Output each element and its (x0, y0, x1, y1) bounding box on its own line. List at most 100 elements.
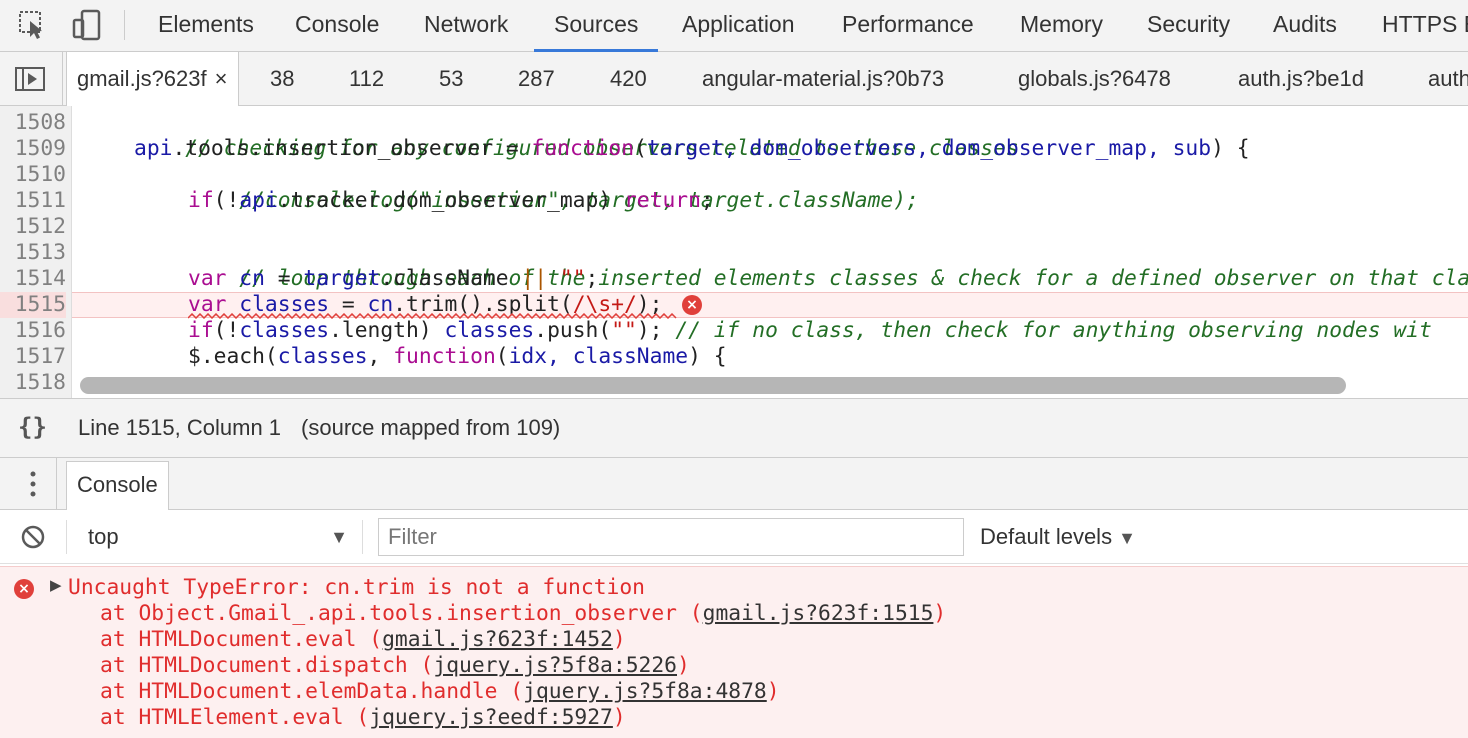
code-token: cn (226, 266, 265, 291)
console-toolbar: top ▼ Default levels▼ (0, 510, 1468, 564)
stack-frame-link[interactable]: gmail.js?623f:1452 (382, 627, 613, 652)
console-messages: × ▶ Uncaught TypeError: cn.trim is not a… (0, 564, 1468, 738)
code-params: idx, className (508, 344, 689, 369)
line-number[interactable]: 1509 (0, 136, 66, 162)
editor-status-bar: {} Line 1515, Column 1 (source mapped fro… (0, 398, 1468, 458)
tab-security[interactable]: Security (1147, 0, 1230, 52)
code-token: classes (444, 318, 535, 343)
toggle-navigator-icon[interactable] (12, 64, 48, 94)
file-tab[interactable]: 112 (349, 52, 384, 106)
code-token: ; (585, 266, 599, 291)
expand-triangle-icon[interactable]: ▶ (50, 576, 62, 594)
file-tab[interactable]: auth (1428, 52, 1468, 106)
context-selector[interactable]: top ▼ (78, 520, 348, 554)
code-token: ( (495, 344, 509, 369)
file-tab[interactable]: globals.js?6478 (1018, 52, 1171, 106)
line-number[interactable]: 1516 (0, 318, 66, 344)
filter-input[interactable] (378, 518, 964, 556)
line-number[interactable]: 1510 (0, 162, 66, 188)
stack-frame: at HTMLDocument.dispatch (jquery.js?5f8a… (100, 653, 690, 679)
toolbar-divider (124, 10, 125, 40)
code-token: api (134, 136, 173, 161)
log-levels-dropdown[interactable]: Default levels ▼ (980, 520, 1136, 554)
code-line-1516: if(!classes.length) classes.push(""); //… (188, 318, 1432, 344)
devtools-main-toolbar: Elements Console Network Sources Applica… (0, 0, 1468, 52)
stack-frame-text: ) (612, 627, 626, 652)
close-icon[interactable]: × (215, 66, 228, 91)
filetabs-divider (62, 52, 63, 106)
code-token: .tracker.dom_observer_map) (277, 188, 624, 213)
code-keyword: function (531, 136, 635, 161)
device-toolbar-icon[interactable] (70, 8, 104, 42)
source-map-info[interactable]: (source mapped from 109) (301, 415, 560, 440)
stack-frame: at HTMLDocument.eval (gmail.js?623f:1452… (100, 627, 626, 653)
line-number[interactable]: 1511 (0, 188, 66, 214)
horizontal-scrollbar[interactable] (80, 377, 1346, 394)
error-icon: × (14, 579, 34, 599)
stack-frame-link[interactable]: jquery.js?5f8a:4878 (523, 679, 767, 704)
code-comment: // if no class, then check for anything … (675, 318, 1432, 343)
context-value: top (88, 524, 119, 549)
tab-sources[interactable]: Sources (534, 0, 659, 52)
code-line-1511: if(!api.tracker.dom_observer_map) return… (188, 188, 714, 214)
pretty-print-icon[interactable]: {} (18, 413, 47, 441)
cursor-position: Line 1515, Column 1 (source mapped from 1… (78, 415, 560, 441)
code-operator: || (521, 266, 548, 291)
stack-frame-link[interactable]: gmail.js?623f:1515 (703, 601, 934, 626)
console-error-message[interactable]: × ▶ Uncaught TypeError: cn.trim is not a… (0, 566, 1468, 738)
code-token: classes (277, 344, 368, 369)
code-line-1509: api.tools.insertion_observer = function(… (134, 136, 1250, 162)
code-string: "" (611, 318, 637, 343)
file-tab[interactable]: auth.js?be1d (1238, 52, 1364, 106)
chevron-down-icon: ▼ (1118, 528, 1136, 548)
toolbar-divider (66, 520, 67, 554)
code-token: ( (634, 136, 647, 161)
tab-https[interactable]: HTTPS E (1382, 0, 1468, 52)
line-number[interactable]: 1518 (0, 370, 66, 396)
tab-audits[interactable]: Audits (1273, 0, 1337, 52)
line-number[interactable]: 1517 (0, 344, 66, 370)
tab-memory[interactable]: Memory (1020, 0, 1103, 52)
code-line-1508: // checking for any configured observers… (134, 110, 1018, 161)
stack-frame-text: ) (766, 679, 780, 704)
tab-application[interactable]: Application (682, 0, 795, 52)
inline-error-icon[interactable]: × (682, 295, 702, 315)
stack-frame-link[interactable]: jquery.js?eedf:5927 (369, 705, 613, 730)
file-tab[interactable]: 420 (610, 52, 647, 106)
code-token: api (239, 188, 278, 213)
line-number[interactable]: 1512 (0, 214, 66, 240)
file-tab-gmail[interactable]: gmail.js?623f × (66, 52, 239, 106)
tab-network[interactable]: Network (424, 0, 508, 52)
tab-elements[interactable]: Elements (158, 0, 254, 52)
file-tab[interactable]: 38 (270, 52, 294, 106)
code-keyword: function (393, 344, 496, 369)
code-params: target, dom_observers, dom_observer_map,… (646, 136, 1212, 161)
code-token: $.each( (188, 344, 278, 369)
code-keyword: var (188, 266, 227, 291)
code-line-1513: // loop through each of the inserted ele… (188, 240, 1468, 291)
tab-performance[interactable]: Performance (842, 0, 974, 52)
clear-console-icon[interactable] (20, 524, 46, 550)
drawer-tab-console[interactable]: Console (66, 461, 169, 510)
stack-frame-text: at HTMLDocument.eval ( (100, 627, 383, 652)
file-tab[interactable]: 53 (439, 52, 463, 106)
tab-console[interactable]: Console (295, 0, 379, 52)
stack-frame-link[interactable]: jquery.js?5f8a:5226 (433, 653, 677, 678)
stack-frame: at HTMLElement.eval (jquery.js?eedf:5927… (100, 705, 626, 731)
drawer-divider (56, 458, 57, 510)
file-tab[interactable]: angular-material.js?0b73 (702, 52, 944, 106)
file-tab[interactable]: 287 (518, 52, 555, 106)
inspect-element-icon[interactable] (16, 8, 50, 42)
code-keyword: if (188, 318, 214, 343)
line-number-error[interactable]: 1515 (0, 292, 66, 318)
more-vertical-icon[interactable] (24, 468, 42, 500)
stack-frame-text: at HTMLElement.eval ( (100, 705, 370, 730)
code-line-1510: //console.log("insertion", target, targe… (188, 162, 919, 213)
code-token: , (367, 344, 394, 369)
code-editor[interactable]: 1508 1509 1510 1511 1512 1513 1514 1515 … (0, 106, 1468, 398)
line-number[interactable]: 1513 (0, 240, 66, 266)
drawer-tab-bar: Console (0, 458, 1468, 510)
line-number[interactable]: 1514 (0, 266, 66, 292)
line-number[interactable]: 1508 (0, 110, 66, 136)
